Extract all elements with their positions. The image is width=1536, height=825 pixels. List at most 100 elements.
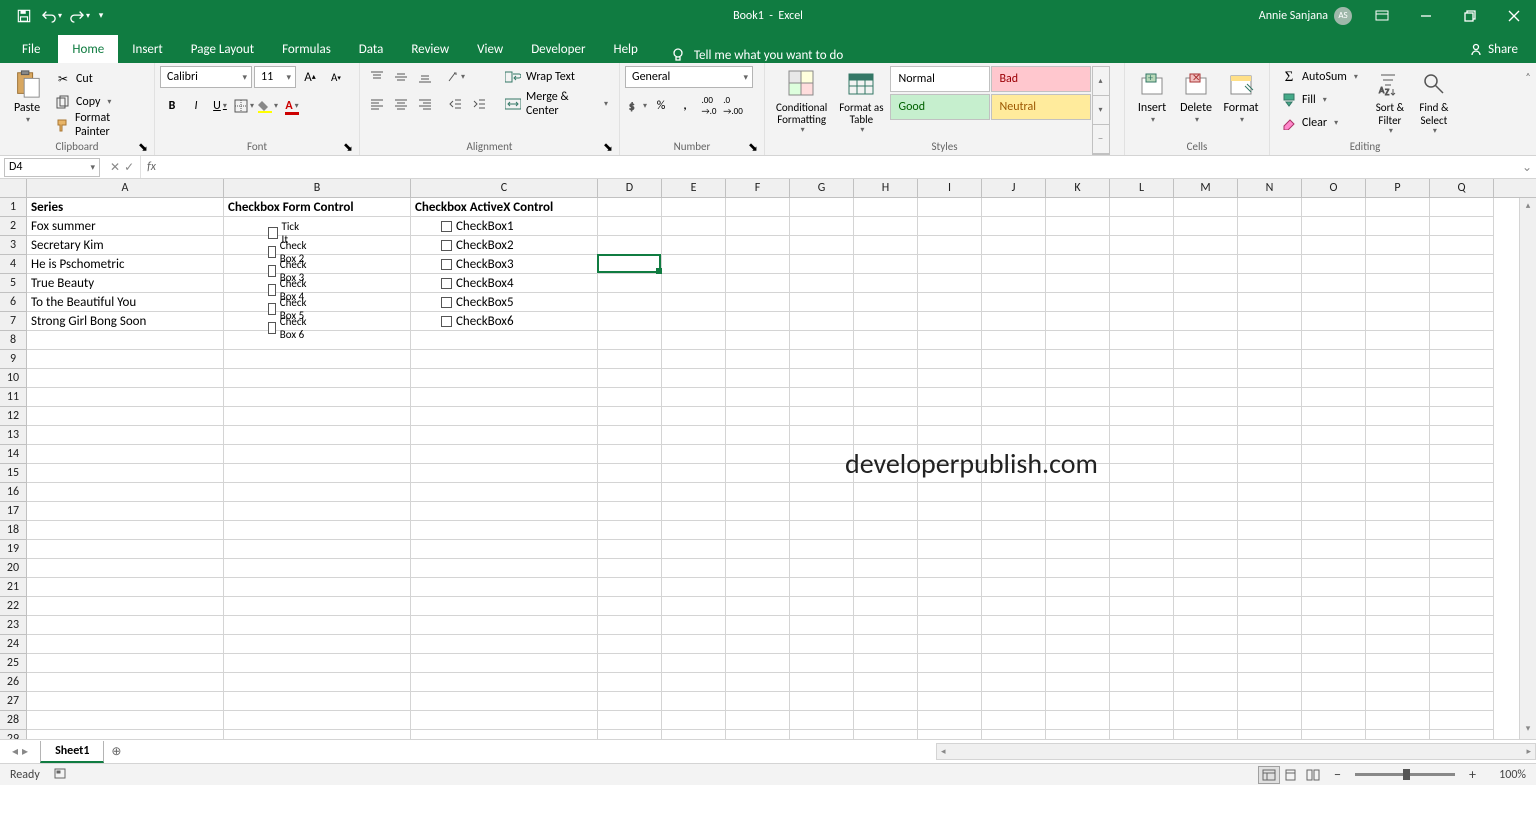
cell-L17[interactable] [1110,502,1174,521]
cell-F9[interactable] [726,350,790,369]
ribbon-display-options[interactable] [1360,0,1404,31]
cell-Q18[interactable] [1430,521,1494,540]
column-header-L[interactable]: L [1110,179,1174,197]
cell-I8[interactable] [918,331,982,350]
cell-Q12[interactable] [1430,407,1494,426]
cell-O7[interactable] [1302,312,1366,331]
zoom-slider[interactable] [1355,773,1455,776]
user-avatar[interactable]: AS [1334,7,1352,25]
cell-F7[interactable] [726,312,790,331]
cell-J13[interactable] [982,426,1046,445]
cell-J1[interactable] [982,198,1046,217]
cell-I22[interactable] [918,597,982,616]
cell-M18[interactable] [1174,521,1238,540]
cell-A22[interactable] [27,597,224,616]
cell-F5[interactable] [726,274,790,293]
cell-D3[interactable] [598,236,662,255]
cell-J24[interactable] [982,635,1046,654]
cell-D6[interactable] [598,293,662,312]
cell-L6[interactable] [1110,293,1174,312]
cell-Q15[interactable] [1430,464,1494,483]
cell-D11[interactable] [598,388,662,407]
cell-E19[interactable] [662,540,726,559]
cell-O3[interactable] [1302,236,1366,255]
cell-J12[interactable] [982,407,1046,426]
cell-H13[interactable] [854,426,918,445]
cell-H4[interactable] [854,255,918,274]
accounting-button[interactable]: $▾ [625,95,649,117]
cell-A9[interactable] [27,350,224,369]
cell-B22[interactable] [224,597,411,616]
cell-I20[interactable] [918,559,982,578]
cell-G12[interactable] [790,407,854,426]
cell-B9[interactable] [224,350,411,369]
cell-A11[interactable] [27,388,224,407]
cell-D28[interactable] [598,711,662,730]
cell-I16[interactable] [918,483,982,502]
column-header-O[interactable]: O [1302,179,1366,197]
cell-G23[interactable] [790,616,854,635]
cell-I6[interactable] [918,293,982,312]
cell-O13[interactable] [1302,426,1366,445]
cell-A3[interactable]: Secretary Kim [27,236,224,255]
cell-B8[interactable] [224,331,411,350]
cell-L14[interactable] [1110,445,1174,464]
row-header-13[interactable]: 13 [0,426,26,445]
cell-E14[interactable] [662,445,726,464]
cell-F2[interactable] [726,217,790,236]
cell-I3[interactable] [918,236,982,255]
cell-I24[interactable] [918,635,982,654]
cell-J8[interactable] [982,331,1046,350]
cell-C9[interactable] [411,350,598,369]
cell-P21[interactable] [1366,578,1430,597]
cell-A25[interactable] [27,654,224,673]
cell-M2[interactable] [1174,217,1238,236]
align-bottom-button[interactable] [413,66,437,88]
cell-O5[interactable] [1302,274,1366,293]
cell-L16[interactable] [1110,483,1174,502]
cell-J6[interactable] [982,293,1046,312]
cell-J18[interactable] [982,521,1046,540]
row-header-1[interactable]: 1 [0,198,26,217]
cell-A6[interactable]: To the Beautiful You [27,293,224,312]
column-header-B[interactable]: B [224,179,411,197]
row-header-9[interactable]: 9 [0,350,26,369]
share-button[interactable]: Share [1459,35,1528,63]
cell-O23[interactable] [1302,616,1366,635]
row-header-8[interactable]: 8 [0,331,26,350]
cell-G17[interactable] [790,502,854,521]
cell-F29[interactable] [726,730,790,739]
font-size-combo[interactable]: 11 [254,66,296,88]
cell-L9[interactable] [1110,350,1174,369]
column-header-A[interactable]: A [27,179,224,197]
cell-L8[interactable] [1110,331,1174,350]
cell-F18[interactable] [726,521,790,540]
cell-F23[interactable] [726,616,790,635]
cell-E25[interactable] [662,654,726,673]
cell-E15[interactable] [662,464,726,483]
cell-I19[interactable] [918,540,982,559]
cell-Q8[interactable] [1430,331,1494,350]
tab-help[interactable]: Help [599,35,651,63]
increase-indent-button[interactable] [467,93,491,115]
align-left-button[interactable] [365,93,389,115]
cell-B13[interactable] [224,426,411,445]
cell-L5[interactable] [1110,274,1174,293]
cell-K21[interactable] [1046,578,1110,597]
cell-L15[interactable] [1110,464,1174,483]
align-right-button[interactable] [413,93,437,115]
cell-D20[interactable] [598,559,662,578]
cell-I26[interactable] [918,673,982,692]
cell-H28[interactable] [854,711,918,730]
cell-H21[interactable] [854,578,918,597]
cell-L19[interactable] [1110,540,1174,559]
qat-redo[interactable]: ▾ [66,4,94,28]
cell-N4[interactable] [1238,255,1302,274]
row-header-24[interactable]: 24 [0,635,26,654]
cell-Q6[interactable] [1430,293,1494,312]
cell-L23[interactable] [1110,616,1174,635]
cell-A1[interactable]: Series [27,198,224,217]
cell-P16[interactable] [1366,483,1430,502]
cell-A2[interactable]: Fox summer [27,217,224,236]
cell-style-bad[interactable]: Bad [991,66,1091,92]
